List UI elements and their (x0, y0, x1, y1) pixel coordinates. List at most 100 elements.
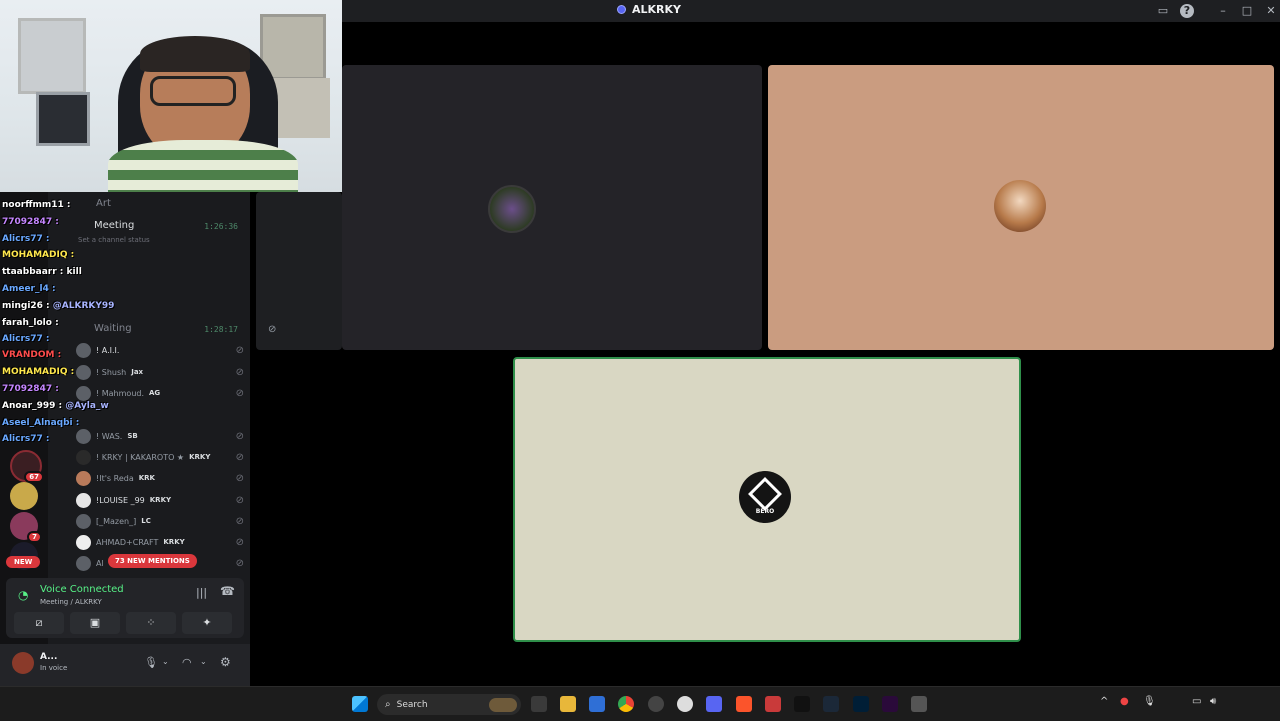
voice-location[interactable]: Meeting / ALKRKY (40, 598, 102, 606)
chat-line: MOHAMADIQ : (2, 250, 74, 260)
noise-suppression-icon[interactable]: ||| (196, 586, 207, 599)
gear-icon[interactable]: ⚙ (220, 655, 231, 669)
voice-member[interactable]: !LOUISE _99 KRKY ⊘ (76, 490, 244, 510)
steelseries-icon[interactable] (677, 696, 693, 712)
server-icon[interactable]: 7 (10, 512, 42, 543)
microphone-tray-icon[interactable]: 🎙︎ (1143, 696, 1156, 707)
chevron-down-icon[interactable]: ⌄ (200, 657, 207, 666)
screen-share-icon[interactable]: ▭ (1156, 4, 1170, 18)
chat-user: noorffmm11 : (2, 200, 71, 210)
signal-icon: ◔ (18, 588, 29, 602)
avatar (76, 342, 91, 358)
windows-start-icon[interactable] (352, 696, 368, 712)
waiting-timer: 1:28:17 (204, 325, 238, 334)
chat-line: 77092847 : (2, 217, 59, 227)
voice-member[interactable]: ! Mahmoud. AG ⊘ (76, 383, 244, 403)
steam-icon[interactable] (823, 696, 839, 712)
close-icon[interactable]: ✕ (1264, 4, 1278, 18)
brave-icon[interactable] (736, 696, 752, 712)
screen-share-button[interactable]: ▣ (70, 612, 120, 634)
mention-badge: 67 (24, 471, 44, 483)
headphones-icon[interactable]: ◠ (182, 656, 192, 669)
avatar[interactable] (12, 652, 34, 674)
discord-logo-icon (617, 5, 626, 14)
member-tag: KRKY (163, 538, 185, 546)
obs-icon[interactable] (648, 696, 664, 712)
voice-member[interactable]: ! WAS. SB ⊘ (76, 426, 244, 446)
app-icon[interactable] (765, 696, 781, 712)
voice-member[interactable]: ! KRKY | KAKAROTO ★ KRKY ⊘ (76, 447, 244, 467)
member-tag: LC (141, 517, 151, 525)
participant-tile[interactable] (768, 65, 1274, 350)
voice-member[interactable]: [_Mazen_] LC ⊘ (76, 511, 244, 531)
network-icon[interactable]: ▭ (1192, 696, 1201, 707)
chat-user: ttaabbaarr : (2, 267, 64, 277)
server-icon[interactable] (10, 482, 38, 510)
deafened-icon: ⊘ (235, 451, 244, 463)
photoshop-icon[interactable] (853, 696, 869, 712)
chat-line: MOHAMADIQ : (2, 367, 74, 377)
chat-user: Ameer_l4 : (2, 284, 56, 294)
store-icon[interactable] (589, 696, 605, 712)
chat-user: 77092847 : (2, 217, 59, 227)
new-mentions-pill[interactable]: 73 NEW MENTIONS (108, 554, 197, 568)
voice-member[interactable]: ! A.I.I. ⊘ (76, 340, 244, 360)
chat-user: Alicrs77 : (2, 334, 50, 344)
new-unreads-pill[interactable]: NEW (6, 556, 41, 568)
volume-icon[interactable]: 🔊︎ (1210, 696, 1216, 707)
microphone-icon[interactable]: 🎙︎ (144, 656, 158, 669)
chat-line: VRANDOM : (2, 350, 61, 360)
avatar (76, 555, 91, 571)
minimize-icon[interactable]: – (1216, 4, 1230, 18)
avatar (76, 470, 91, 486)
task-view-icon[interactable] (531, 696, 547, 712)
chat-message: @Ayla_w (65, 401, 109, 411)
participant-tile[interactable] (342, 65, 762, 350)
chevron-up-icon[interactable]: ^ (1100, 696, 1108, 707)
chat-line: mingi26 : @ALKRKY99 (2, 301, 114, 311)
chat-user: 77092847 : (2, 384, 59, 394)
deafened-icon: ⊘ (235, 430, 244, 442)
voice-member[interactable]: !It's Reda KRK ⊘ (76, 468, 244, 488)
file-explorer-icon[interactable] (560, 696, 576, 712)
member-tag: KRKY (189, 453, 211, 461)
voice-member[interactable]: ! Shush Jax ⊘ (76, 362, 244, 382)
voice-status[interactable]: Voice Connected (40, 584, 124, 595)
tray-app-icon[interactable]: ● (1120, 696, 1129, 707)
window-title-text: ALKRKY (632, 3, 682, 16)
avatar (76, 513, 91, 529)
username[interactable]: A... (40, 652, 57, 662)
server-icon[interactable]: 67 (10, 450, 44, 483)
avatar (76, 385, 91, 401)
discord-icon[interactable] (706, 696, 722, 712)
camera-off-button[interactable]: ⧄ (14, 612, 64, 634)
maximize-icon[interactable]: □ (1240, 4, 1254, 18)
capcut-icon[interactable] (794, 696, 810, 712)
award-plaque (18, 18, 86, 94)
bandana (140, 36, 250, 72)
premiere-icon[interactable] (882, 696, 898, 712)
voice-channel-meeting[interactable]: Meeting (94, 220, 134, 231)
app-icon[interactable] (911, 696, 927, 712)
taskbar-search[interactable]: ⌕ Search (377, 694, 521, 715)
member-name: ! WAS. (96, 431, 123, 441)
channel-status-input[interactable]: Set a channel status (78, 236, 150, 244)
member-name: !It's Reda (96, 473, 134, 483)
member-name: Al (96, 558, 104, 568)
member-name: ! A.I.I. (96, 345, 120, 355)
soundboard-button[interactable]: ✦ (182, 612, 232, 634)
chat-line: ttaabbaarr : kill (2, 267, 82, 277)
voice-member[interactable]: AHMAD+CRAFT KRKY ⊘ (76, 532, 244, 552)
chrome-icon[interactable] (618, 696, 634, 712)
avatar (76, 492, 91, 508)
channel-art[interactable]: Art (96, 198, 111, 209)
chat-user: mingi26 : (2, 301, 50, 311)
deafened-icon: ⊘ (235, 344, 244, 356)
disconnect-icon[interactable]: ☎ (220, 584, 235, 598)
help-icon[interactable]: ? (1180, 4, 1194, 18)
participant-tile-speaking[interactable]: BERO (513, 357, 1021, 642)
voice-channel-waiting[interactable]: Waiting (94, 323, 132, 334)
activities-button[interactable]: ⁘ (126, 612, 176, 634)
participant-tile-partial[interactable]: ⊘ (256, 192, 342, 350)
chevron-down-icon[interactable]: ⌄ (162, 657, 169, 666)
